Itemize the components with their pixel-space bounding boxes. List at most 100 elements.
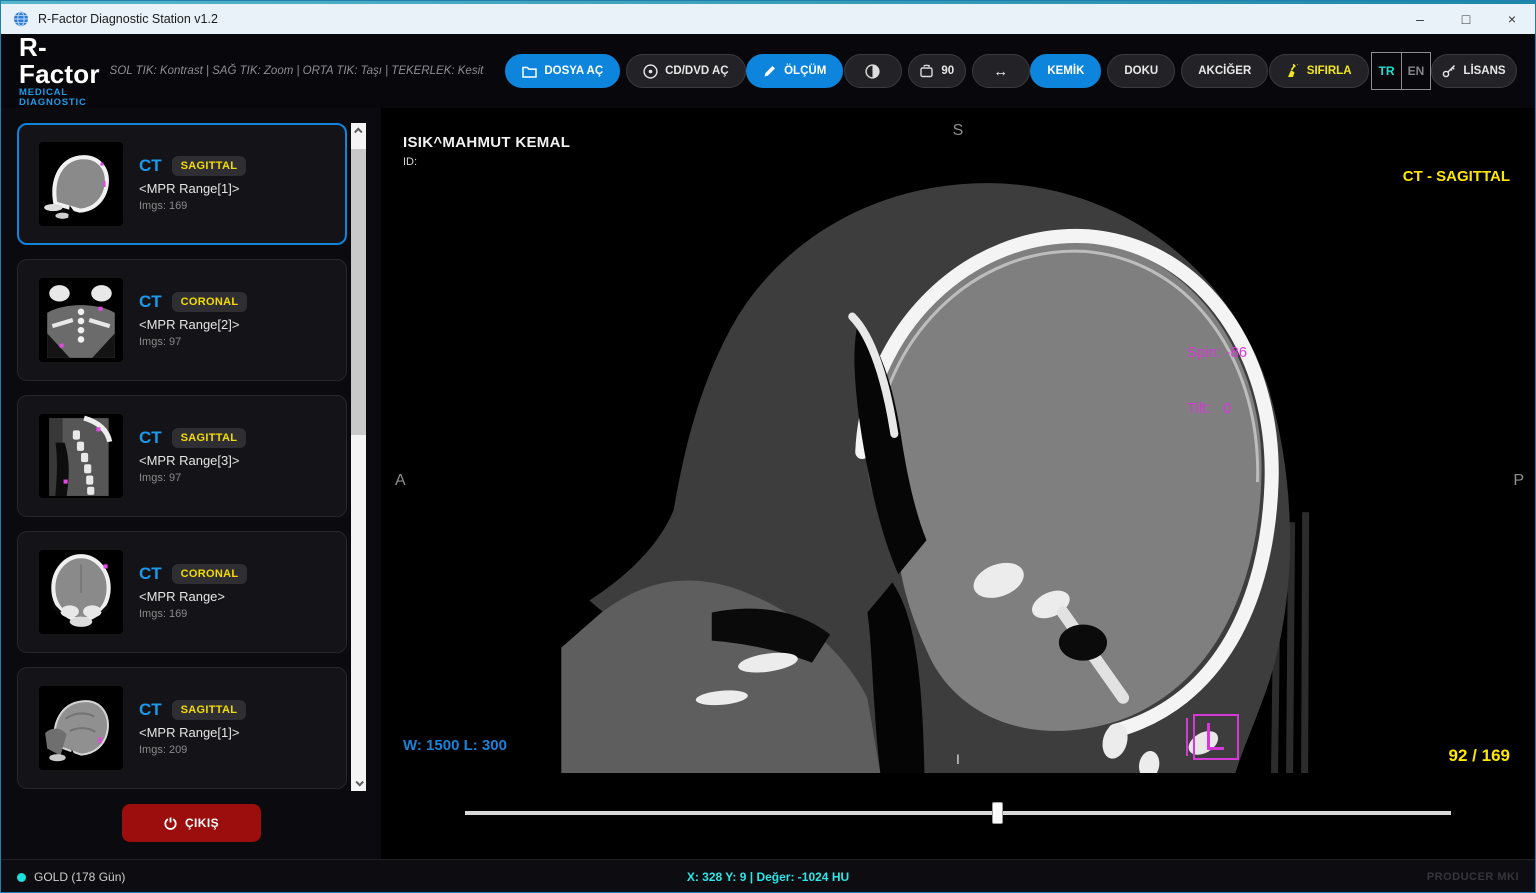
series-description-label: CT - SAGITTAL [1403,168,1510,185]
minimize-button[interactable]: – [1397,4,1443,34]
preset-tissue-button[interactable]: DOKU [1107,54,1175,88]
brand-name: R-Factor [19,34,100,89]
window-title: R-Factor Diagnostic Station v1.2 [38,12,218,26]
open-cd-button[interactable]: CD/DVD AÇ [626,54,745,88]
orientation-marker-superior: S [381,122,1535,140]
series-modality: CT [139,292,162,312]
close-button[interactable]: × [1489,4,1535,34]
spin-value: Spin: -86 [1187,344,1247,363]
series-plane-badge: SAGITTAL [172,700,247,720]
scroll-up-arrow[interactable] [351,123,366,139]
exit-label: ÇIKIŞ [185,816,219,830]
window-level-label: W: 1500 L: 300 [403,737,507,754]
reset-label: SIFIRLA [1307,65,1352,77]
series-card-5[interactable]: CT SAGITTAL <MPR Range[1]> Imgs: 209 [17,667,347,789]
localizer-l-glyph [1207,723,1224,750]
preset-bone-button[interactable]: KEMİK [1030,54,1101,88]
thumbnail-sagittal-head-bone [39,142,123,226]
scroll-down-arrow[interactable] [351,775,366,791]
series-image-count: Imgs: 97 [139,336,247,348]
orientation-marker-posterior: P [1513,472,1524,490]
ct-image-sagittal-skull [561,141,1321,773]
thumbnail-coronal-head [39,550,123,634]
thumbnail-sagittal-head-soft [39,686,123,770]
series-plane-badge: SAGITTAL [172,428,247,448]
license-button[interactable]: LİSANS [1431,54,1517,88]
power-icon [164,817,177,830]
thumbnail-coronal-neck [39,278,123,362]
language-toggle: TR EN [1371,52,1431,90]
exit-button[interactable]: ÇIKIŞ [122,804,261,842]
maximize-button[interactable]: □ [1443,4,1489,34]
series-card-3[interactable]: CT SAGITTAL <MPR Range[3]> Imgs: 97 [17,395,347,517]
slice-counter: 92 / 169 [1449,746,1510,766]
thumbnail-sagittal-spine [39,414,123,498]
license-label: LİSANS [1463,65,1505,77]
series-card-2[interactable]: CT CORONAL <MPR Range[2]> Imgs: 97 [17,259,347,381]
preset-tissue-label: DOKU [1124,65,1158,77]
broom-icon [1286,64,1300,78]
folder-icon [522,65,537,78]
series-modality: CT [139,156,162,176]
series-modality: CT [139,564,162,584]
series-card-4[interactable]: CT CORONAL <MPR Range> Imgs: 169 [17,531,347,653]
open-file-button[interactable]: DOSYA AÇ [505,54,620,88]
series-plane-badge: SAGITTAL [172,156,247,176]
flip-horizontal-button[interactable]: ↔ [972,54,1030,88]
app-globe-icon [13,11,29,27]
open-file-label: DOSYA AÇ [544,65,603,77]
series-range: <MPR Range[2]> [139,317,247,332]
orientation-marker-anterior: A [395,472,406,490]
series-range: <MPR Range[1]> [139,725,246,740]
preset-lung-label: AKCİĞER [1198,65,1251,77]
patient-id: ID: [403,156,417,168]
measure-button[interactable]: ÖLÇÜM [746,54,843,88]
localizer-box [1193,714,1239,760]
pencil-icon [763,64,777,78]
series-range: <MPR Range[3]> [139,453,246,468]
scrollbar-thumb[interactable] [351,149,366,435]
brand-logo: R-Factor MEDICAL DIAGNOSTIC [19,34,100,109]
series-range: <MPR Range> [139,589,247,604]
language-tr-button[interactable]: TR [1372,53,1401,89]
toolbar: R-Factor MEDICAL DIAGNOSTIC SOL TIK: Kon… [1,34,1535,108]
spin-tilt-overlay: Spin: -86 Tilt: 0 [1187,306,1247,456]
title-bar: R-Factor Diagnostic Station v1.2 – □ × [1,4,1535,34]
status-bar: GOLD (178 Gün) X: 328 Y: 9 | Değer: -102… [1,859,1535,893]
measure-label: ÖLÇÜM [784,65,826,77]
disc-icon [643,64,658,79]
series-image-count: Imgs: 97 [139,472,246,484]
rotate-90-label: 90 [941,65,954,77]
invert-button[interactable] [844,54,902,88]
key-icon [1442,64,1456,78]
series-card-1[interactable]: CT SAGITTAL <MPR Range[1]> Imgs: 169 [17,123,347,245]
open-cd-label: CD/DVD AÇ [665,65,728,77]
orientation-marker-inferior: I [381,751,1535,767]
reset-button[interactable]: SIFIRLA [1269,54,1369,88]
app-window: R-Factor Diagnostic Station v1.2 – □ × R… [0,0,1536,893]
series-plane-badge: CORONAL [172,292,248,312]
flip-horizontal-icon: ↔ [993,63,1008,80]
series-image-count: Imgs: 169 [139,608,247,620]
slice-slider-thumb[interactable] [992,802,1003,824]
cursor-value-readout: X: 328 Y: 9 | Değer: -1024 HU [1,870,1535,884]
series-plane-badge: CORONAL [172,564,248,584]
brand-tagline: MEDICAL DIAGNOSTIC [19,88,100,108]
series-sidebar: CT SAGITTAL <MPR Range[1]> Imgs: 169 CT … [1,108,381,859]
mouse-hint-text: SOL TIK: Kontrast | SAĞ TIK: Zoom | ORTA… [110,65,484,77]
series-modality: CT [139,428,162,448]
tilt-value: Tilt: 0 [1187,400,1247,419]
preset-bone-label: KEMİK [1047,65,1084,77]
language-en-button[interactable]: EN [1401,53,1430,89]
invert-contrast-icon [865,64,880,79]
sidebar-scrollbar[interactable] [351,123,366,791]
slice-slider[interactable] [465,811,1451,815]
series-modality: CT [139,700,162,720]
preset-lung-button[interactable]: AKCİĞER [1181,54,1268,88]
series-image-count: Imgs: 169 [139,200,246,212]
rotate-screen-icon [919,64,934,78]
ct-viewport[interactable]: ISIK^MAHMUT KEMAL ID: S A P I CT - SAGIT… [381,108,1535,859]
rotate-90-button[interactable]: 90 [908,54,966,88]
series-range: <MPR Range[1]> [139,181,246,196]
series-image-count: Imgs: 209 [139,744,246,756]
